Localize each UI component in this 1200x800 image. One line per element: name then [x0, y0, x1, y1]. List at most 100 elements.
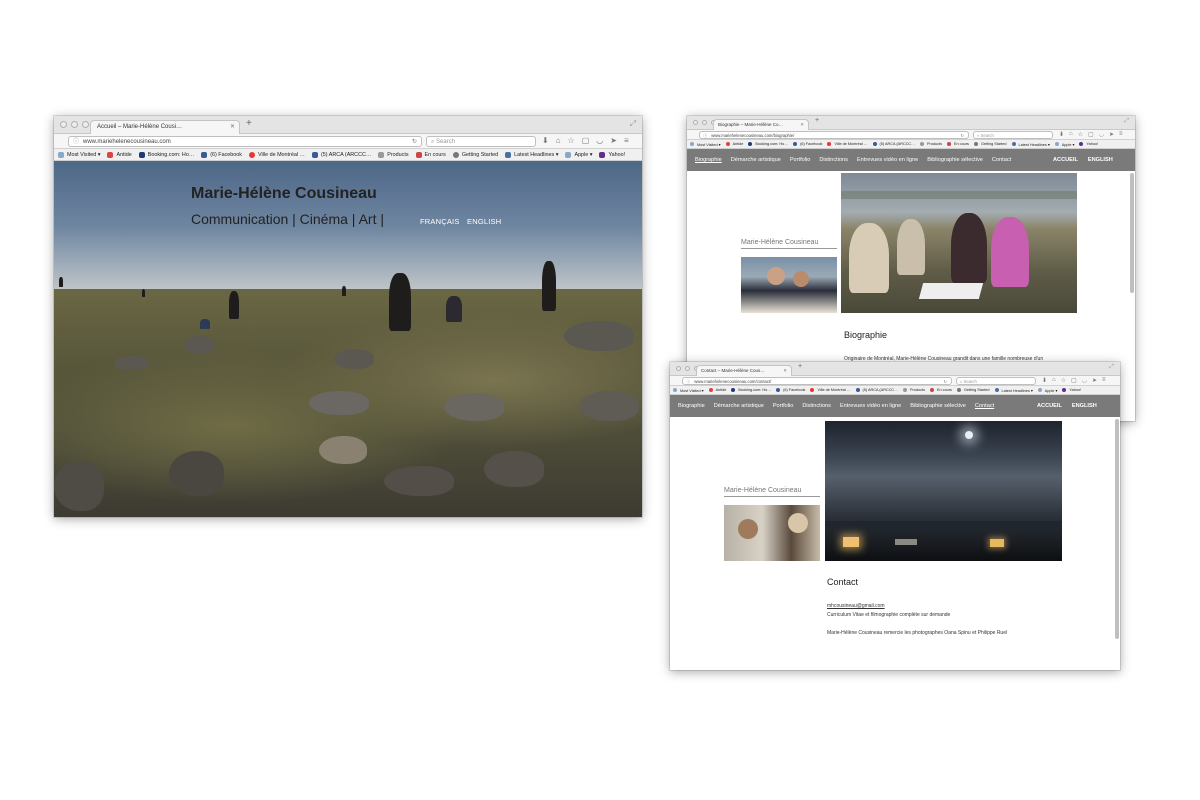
- fullscreen-icon[interactable]: ⤢: [630, 119, 636, 129]
- bookmark-item[interactable]: Latest Headlines ▾: [505, 151, 558, 158]
- bookmark-item[interactable]: (5) ARCA (ARCCC…: [855, 388, 898, 392]
- close-tab-icon[interactable]: ✕: [230, 121, 235, 134]
- bookmark-item[interactable]: Most Visited ▾: [673, 388, 704, 393]
- bookmark-item[interactable]: Products: [378, 151, 409, 158]
- bookmark-item[interactable]: Antide: [107, 151, 132, 158]
- nav-entrevues-video[interactable]: Entrevues vidéo en ligne: [840, 403, 901, 409]
- new-tab-button[interactable]: +: [798, 363, 802, 370]
- scrollbar[interactable]: [1115, 419, 1119, 639]
- bookmark-item[interactable]: (5) ARCA (ARCCC…: [872, 142, 915, 146]
- nav-biographie[interactable]: Biographie: [678, 403, 705, 409]
- menu-icon[interactable]: ≡: [1102, 377, 1106, 384]
- bookmark-item[interactable]: (5) ARCA (ARCCC…: [311, 151, 371, 158]
- bookmark-item[interactable]: Apple ▾: [565, 151, 592, 158]
- bookmark-item[interactable]: Booking.com: Ho…: [748, 142, 788, 146]
- menu-icon[interactable]: ≡: [624, 136, 629, 145]
- url-bar[interactable]: ⓘ www.mariehelenecousineau.com/biographie…: [699, 131, 969, 139]
- reload-icon[interactable]: ↻: [412, 137, 417, 146]
- bookmark-item[interactable]: Latest Headlines ▾: [1011, 142, 1050, 147]
- nav-demarche-artistique[interactable]: Démarche artistique: [714, 403, 764, 409]
- window-controls[interactable]: [60, 121, 89, 128]
- download-icon[interactable]: ⬇: [542, 136, 549, 145]
- pocket-icon[interactable]: ◡: [1099, 131, 1104, 138]
- tab-biographie[interactable]: Biographie – Marie-Hélène Co… ✕: [713, 119, 809, 130]
- bookmark-item[interactable]: Ville de Montréal …: [248, 151, 305, 158]
- maximize-window-button[interactable]: [82, 121, 89, 128]
- bookmark-star-icon[interactable]: ☆: [1078, 131, 1083, 138]
- minimize-window-button[interactable]: [685, 366, 690, 371]
- bookmark-item[interactable]: (6) Facebook: [201, 151, 242, 158]
- send-icon[interactable]: ➤: [1092, 377, 1097, 384]
- bookmark-item[interactable]: (6) Facebook: [793, 142, 822, 146]
- bookmark-star-icon[interactable]: ☆: [1061, 377, 1066, 384]
- tab-home[interactable]: Accueil – Marie-Hélène Cousi… ✕: [90, 120, 240, 134]
- bookmark-item[interactable]: Booking.com: Ho…: [731, 388, 771, 392]
- minimize-window-button[interactable]: [71, 121, 78, 128]
- bookmark-item[interactable]: Apple ▾: [1054, 142, 1074, 147]
- bookmark-item[interactable]: Products: [919, 142, 942, 146]
- bookmark-item[interactable]: En cours: [415, 151, 446, 158]
- home-icon[interactable]: ⌂: [1069, 131, 1073, 138]
- pocket-icon[interactable]: ◡: [1082, 377, 1087, 384]
- bookmark-item[interactable]: Antide: [725, 142, 743, 146]
- info-icon[interactable]: ⓘ: [703, 133, 707, 138]
- reload-icon[interactable]: ↻: [943, 378, 947, 384]
- pocket-icon[interactable]: ◡: [596, 136, 603, 145]
- nav-bibliographie[interactable]: Bibliographie sélective: [927, 157, 983, 163]
- lang-english-link[interactable]: ENGLISH: [467, 217, 501, 226]
- fullscreen-icon[interactable]: ⤢: [1124, 118, 1129, 125]
- bookmark-item[interactable]: Most Visited ▾: [690, 142, 721, 147]
- bookmark-item[interactable]: Latest Headlines ▾: [994, 388, 1033, 393]
- bookmark-item[interactable]: Yahoo!: [1062, 388, 1081, 392]
- bookmark-item[interactable]: (6) Facebook: [776, 388, 805, 392]
- search-input[interactable]: ⌕ Search: [956, 377, 1036, 385]
- new-tab-button[interactable]: +: [246, 118, 252, 129]
- nav-bibliographie[interactable]: Bibliographie sélective: [910, 403, 966, 409]
- bookmark-item[interactable]: Antide: [708, 388, 726, 392]
- nav-accueil[interactable]: ACCUEIL: [1037, 403, 1062, 409]
- bookmark-item[interactable]: Booking.com: Ho…: [138, 151, 194, 158]
- fullscreen-icon[interactable]: ⤢: [1109, 364, 1114, 371]
- bookmark-star-icon[interactable]: ☆: [568, 136, 575, 145]
- close-window-button[interactable]: [60, 121, 67, 128]
- close-tab-icon[interactable]: ✕: [783, 366, 787, 376]
- tab-contact[interactable]: Contact – Marie-Hélène Cous… ✕: [696, 365, 792, 376]
- bookmark-item[interactable]: Ville de Montréal …: [827, 142, 868, 146]
- reload-icon[interactable]: ↻: [960, 132, 964, 138]
- nav-biographie[interactable]: Biographie: [695, 157, 722, 163]
- email-link[interactable]: mhcousineau@gmail.com: [827, 603, 885, 609]
- bookmark-item[interactable]: Most Visited ▾: [58, 151, 100, 158]
- minimize-window-button[interactable]: [702, 120, 707, 125]
- close-tab-icon[interactable]: ✕: [800, 120, 804, 130]
- info-icon[interactable]: ⓘ: [73, 139, 79, 145]
- bookmark-item[interactable]: En cours: [929, 388, 952, 392]
- nav-contact[interactable]: Contact: [992, 157, 1011, 163]
- nav-distinctions[interactable]: Distinctions: [802, 403, 831, 409]
- bookmark-item[interactable]: En cours: [946, 142, 969, 146]
- close-window-button[interactable]: [676, 366, 681, 371]
- nav-english[interactable]: ENGLISH: [1088, 157, 1113, 163]
- send-icon[interactable]: ➤: [1109, 131, 1114, 138]
- nav-portfolio[interactable]: Portfolio: [773, 403, 794, 409]
- bookmark-item[interactable]: Yahoo!: [1079, 142, 1098, 146]
- nav-distinctions[interactable]: Distinctions: [819, 157, 848, 163]
- clipboard-icon[interactable]: ▢: [1071, 377, 1077, 384]
- nav-entrevues-video[interactable]: Entrevues vidéo en ligne: [857, 157, 918, 163]
- nav-english[interactable]: ENGLISH: [1072, 403, 1097, 409]
- url-bar[interactable]: ⓘ www.mariehelenecousineau.com ↻: [68, 136, 422, 147]
- new-tab-button[interactable]: +: [815, 117, 819, 124]
- search-input[interactable]: ⌕ Search: [426, 136, 536, 147]
- bookmark-item[interactable]: Yahoo!: [599, 151, 625, 158]
- menu-icon[interactable]: ≡: [1119, 131, 1123, 138]
- scrollbar[interactable]: [1130, 173, 1134, 293]
- bookmark-item[interactable]: Getting Started: [452, 151, 498, 158]
- nav-contact[interactable]: Contact: [975, 403, 994, 409]
- download-icon[interactable]: ⬇: [1059, 131, 1064, 138]
- nav-demarche-artistique[interactable]: Démarche artistique: [731, 157, 781, 163]
- close-window-button[interactable]: [693, 120, 698, 125]
- lang-francais-link[interactable]: FRANÇAIS: [420, 217, 460, 226]
- home-icon[interactable]: ⌂: [1052, 377, 1056, 384]
- bookmark-item[interactable]: Apple ▾: [1037, 388, 1057, 393]
- nav-accueil[interactable]: ACCUEIL: [1053, 157, 1078, 163]
- bookmark-item[interactable]: Getting Started: [956, 388, 990, 392]
